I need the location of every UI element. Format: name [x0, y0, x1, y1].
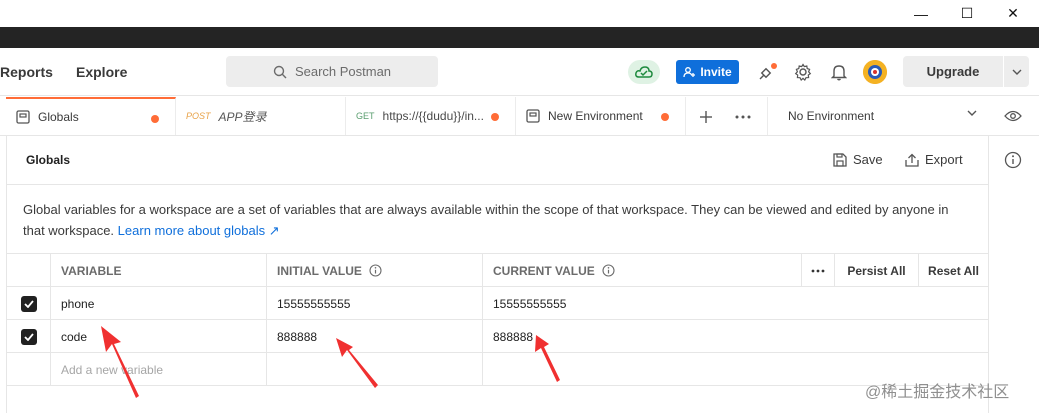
plus-icon	[700, 111, 712, 123]
table-row: code 888888 888888	[7, 320, 988, 353]
unsaved-dot	[491, 113, 499, 121]
initial-value-cell[interactable]: 15555555555	[267, 287, 483, 320]
persist-all-button[interactable]: Persist All	[834, 254, 918, 287]
info-icon[interactable]	[1004, 151, 1022, 169]
bell-icon	[831, 65, 847, 81]
header-current-label: CURRENT VALUE	[493, 263, 595, 278]
new-tab-button[interactable]	[696, 107, 716, 127]
tab-post-request[interactable]: POST APP登录	[176, 97, 346, 135]
new-initial-value-input[interactable]	[267, 353, 483, 386]
nav-reports[interactable]: Reports	[0, 64, 53, 80]
environment-select[interactable]: No Environment	[767, 97, 989, 135]
environment-icon	[526, 109, 540, 123]
export-icon	[905, 153, 919, 167]
avatar-image	[863, 60, 887, 84]
learn-more-link[interactable]: Learn more about globals ↗	[118, 223, 280, 238]
export-label: Export	[925, 152, 963, 167]
more-horizontal-icon	[811, 269, 825, 272]
checkmark-icon	[23, 299, 34, 308]
method-badge: GET	[356, 111, 375, 121]
header-initial-label: INITIAL VALUE	[277, 263, 362, 278]
content-header: Globals Save Export	[7, 136, 988, 185]
new-variable-row: Add a new variable	[7, 353, 988, 386]
satellite-button[interactable]	[758, 62, 778, 82]
unsaved-dot	[661, 113, 669, 121]
add-user-icon	[683, 67, 696, 78]
tab-globals-label: Globals	[38, 110, 79, 124]
eye-icon	[1004, 110, 1022, 122]
settings-button[interactable]	[793, 62, 813, 82]
current-value-cell[interactable]: 15555555555	[483, 287, 801, 320]
header-check-cell	[7, 254, 51, 287]
reset-all-button[interactable]: Reset All	[918, 254, 988, 287]
cloud-sync-icon	[635, 66, 653, 78]
export-button[interactable]: Export	[905, 152, 963, 167]
app-header: Reports Explore Search Postman Invite Up…	[0, 48, 1039, 96]
nav-explore[interactable]: Explore	[76, 64, 127, 80]
variable-cell[interactable]: code	[51, 320, 267, 353]
page-title: Globals	[26, 153, 71, 167]
header-variable-label: VARIABLE	[61, 263, 122, 278]
tab-options-button[interactable]	[733, 107, 753, 127]
current-value-cell[interactable]: 888888	[483, 320, 801, 353]
globals-description: Global variables for a workspace are a s…	[23, 199, 973, 241]
chevron-down-icon	[1012, 69, 1021, 75]
row-check-cell	[7, 353, 51, 386]
info-icon[interactable]	[602, 264, 615, 277]
table-header-row: VARIABLE INITIAL VALUE CURRENT VALUE Per…	[7, 254, 988, 287]
tab-globals[interactable]: Globals	[6, 97, 176, 135]
save-button[interactable]: Save	[833, 152, 883, 167]
more-horizontal-icon	[735, 115, 751, 119]
satellite-icon	[759, 63, 777, 80]
header-current-value: CURRENT VALUE	[483, 254, 801, 287]
row-check-cell	[7, 287, 51, 320]
tab-post-label: APP登录	[218, 109, 267, 124]
header-initial-value: INITIAL VALUE	[267, 254, 483, 287]
variable-cell[interactable]: phone	[51, 287, 267, 320]
header-variable: VARIABLE	[51, 254, 267, 287]
unsaved-dot	[151, 115, 159, 123]
window-titlebar: — ☐ ✕	[0, 0, 1039, 27]
invite-button[interactable]: Invite	[676, 60, 739, 84]
row-check-cell	[7, 320, 51, 353]
table-row: phone 15555555555 15555555555	[7, 287, 988, 320]
minimize-button[interactable]: —	[898, 0, 944, 27]
tab-new-environment[interactable]: New Environment	[516, 97, 686, 135]
close-window-button[interactable]: ✕	[990, 0, 1036, 27]
tab-get-request[interactable]: GET https://{{dudu}}/in...	[346, 97, 516, 135]
gear-icon	[794, 63, 812, 81]
search-input[interactable]: Search Postman	[226, 56, 438, 87]
info-icon[interactable]	[369, 264, 382, 277]
right-sidebar	[988, 136, 1039, 413]
notifications-button[interactable]	[829, 62, 849, 82]
environment-quick-look-button[interactable]	[1002, 107, 1024, 125]
enable-checkbox[interactable]	[20, 295, 37, 312]
variables-table: VARIABLE INITIAL VALUE CURRENT VALUE Per…	[7, 253, 988, 386]
watermark: @稀土掘金技术社区	[865, 384, 1010, 401]
search-placeholder: Search Postman	[294, 64, 392, 79]
cloud-sync-button[interactable]	[628, 60, 660, 84]
environment-select-value: No Environment	[788, 109, 875, 123]
upgrade-dropdown-button[interactable]	[1004, 56, 1029, 87]
search-icon	[273, 65, 287, 78]
tab-env-label: New Environment	[548, 109, 643, 123]
new-variable-input[interactable]: Add a new variable	[51, 353, 267, 386]
maximize-button[interactable]: ☐	[944, 0, 990, 27]
initial-value-cell[interactable]: 888888	[267, 320, 483, 353]
upgrade-button[interactable]: Upgrade	[903, 56, 1003, 87]
save-label: Save	[853, 152, 883, 167]
new-current-value-input[interactable]	[483, 353, 801, 386]
column-options-button[interactable]	[801, 254, 834, 287]
tab-get-label: https://{{dudu}}/in...	[382, 109, 484, 123]
invite-label: Invite	[700, 65, 732, 79]
environment-icon	[16, 110, 30, 124]
avatar[interactable]	[863, 60, 887, 84]
save-icon	[833, 152, 847, 167]
enable-checkbox[interactable]	[20, 328, 37, 345]
chevron-down-icon	[967, 110, 977, 116]
app-menu-strip	[0, 27, 1039, 48]
method-badge: POST	[186, 111, 211, 121]
checkmark-icon	[23, 332, 34, 341]
